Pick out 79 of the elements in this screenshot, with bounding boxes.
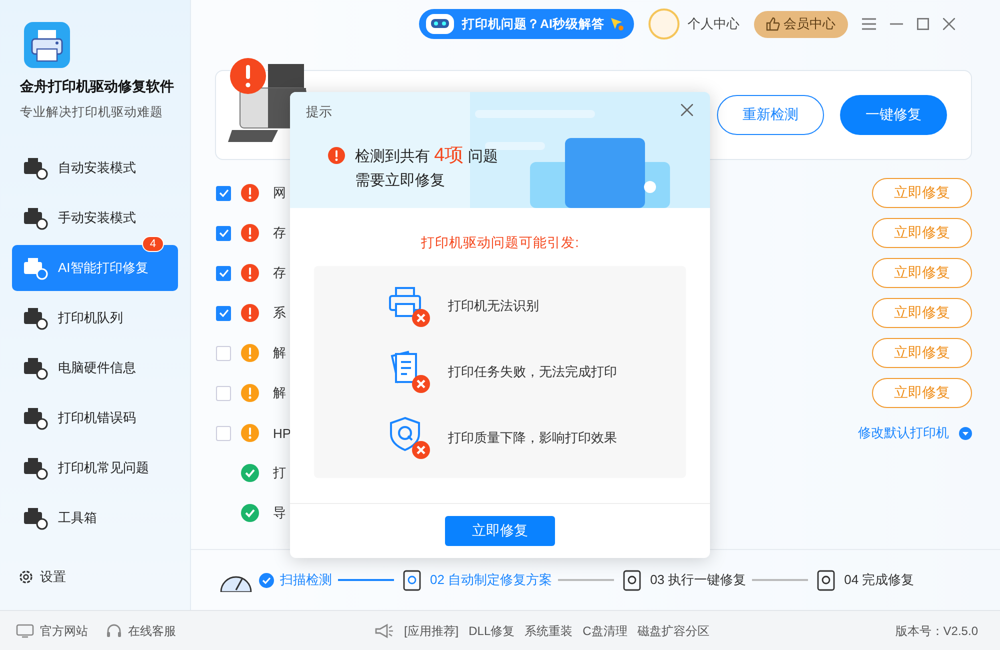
issue-label: 导 — [273, 504, 286, 522]
checkbox[interactable] — [216, 226, 231, 240]
step-label: 扫描检测 — [280, 571, 332, 589]
checkbox[interactable] — [216, 386, 231, 400]
checkmark-icon — [218, 229, 228, 237]
settings-icon — [18, 569, 34, 585]
headset-icon — [106, 623, 122, 639]
alert-message: 检测到共有 4项 问题 — [355, 144, 498, 168]
menu-item-icon — [22, 356, 48, 380]
promo-link[interactable]: [应用推荐] — [404, 622, 459, 640]
profile-link[interactable]: 个人中心 — [688, 15, 740, 33]
maximize-icon[interactable] — [916, 18, 928, 30]
issue-label: 解 — [273, 384, 286, 402]
website-link[interactable]: 官方网站 — [40, 622, 88, 640]
checkbox[interactable] — [216, 306, 231, 320]
issue-label: 解 — [273, 344, 286, 362]
settings-item[interactable]: 设置 — [18, 568, 190, 586]
sidebar-item[interactable]: 打印机队列 — [12, 295, 178, 341]
app-subtitle: 专业解决打印机驱动难题 — [20, 104, 164, 121]
promo-link[interactable]: C盘清理 — [582, 622, 628, 640]
promo-link[interactable]: 系统重装 — [524, 622, 573, 640]
close-icon[interactable] — [942, 18, 954, 30]
checkbox[interactable] — [216, 426, 231, 440]
monitor-icon — [16, 624, 34, 638]
checkbox[interactable] — [216, 186, 231, 200]
issue-label: 网 — [273, 184, 286, 202]
fix-all-button[interactable]: 一键修复 — [840, 95, 947, 135]
menu-item-icon — [22, 256, 48, 280]
cursor-icon — [610, 17, 624, 31]
app-title: 金舟打印机驱动修复软件 — [20, 78, 175, 96]
effect-text: 打印任务失败，无法完成打印 — [448, 363, 617, 381]
warning-icon — [328, 147, 345, 164]
issue-label: 存 — [273, 224, 286, 242]
step-label: 04 完成修复 — [844, 571, 914, 589]
issue-label: HP — [273, 426, 292, 440]
megaphone-icon — [374, 623, 394, 639]
menu-item-icon — [22, 506, 48, 530]
thumbs-up-icon — [766, 17, 780, 31]
alert-message: 需要立即修复 — [355, 171, 446, 191]
promo-link[interactable]: DLL修复 — [468, 622, 515, 640]
step-label: 03 执行一键修复 — [650, 571, 746, 589]
menu-item-icon — [22, 306, 48, 330]
version-label: 版本号：V2.5.0 — [895, 622, 978, 640]
menu-item-icon — [22, 456, 48, 480]
checkmark-icon — [218, 269, 228, 277]
effect-text: 打印质量下降，影响打印效果 — [448, 429, 617, 447]
sidebar-item[interactable]: 工具箱 — [12, 495, 178, 541]
checkbox[interactable] — [216, 346, 231, 360]
menu-item-icon — [22, 406, 48, 430]
sidebar-item[interactable]: 打印机错误码 — [12, 395, 178, 441]
effects-heading: 打印机驱动问题可能引发: — [421, 234, 579, 252]
issue-label: 系 — [273, 304, 286, 322]
checkmark-icon — [218, 189, 228, 197]
check-icon — [241, 504, 259, 522]
count-badge: 4 — [142, 236, 164, 252]
dropdown-icon[interactable] — [959, 426, 972, 440]
checkmark-icon — [218, 309, 228, 317]
check-icon — [241, 464, 259, 482]
issue-label: 存 — [273, 264, 286, 282]
rescan-button[interactable]: 重新检测 — [717, 95, 824, 135]
issue-label: 打 — [273, 464, 286, 482]
ai-help-button[interactable]: 打印机问题？AI秒级解答 — [419, 9, 634, 39]
sidebar-item[interactable]: 电脑硬件信息 — [12, 345, 178, 391]
sidebar-item[interactable]: 打印机常见问题 — [12, 445, 178, 491]
checkbox[interactable] — [216, 266, 231, 280]
support-link[interactable]: 在线客服 — [128, 622, 176, 640]
menu-icon[interactable] — [862, 18, 876, 30]
printer-logo-icon — [24, 22, 70, 68]
sidebar-item[interactable]: 自动安装模式 — [12, 145, 178, 191]
dialog-title: 提示 — [306, 103, 332, 121]
menu-item-icon — [22, 156, 48, 180]
promo-link[interactable]: 磁盘扩容分区 — [637, 622, 710, 640]
fix-now-button[interactable]: 立即修复 — [445, 516, 555, 546]
effect-text: 打印机无法识别 — [448, 297, 539, 315]
menu-item-icon — [22, 206, 48, 230]
close-icon[interactable] — [681, 104, 693, 116]
minimize-icon[interactable] — [890, 23, 902, 25]
step-label: 02 自动制定修复方案 — [430, 571, 552, 589]
vip-button[interactable]: 会员中心 — [754, 10, 848, 38]
